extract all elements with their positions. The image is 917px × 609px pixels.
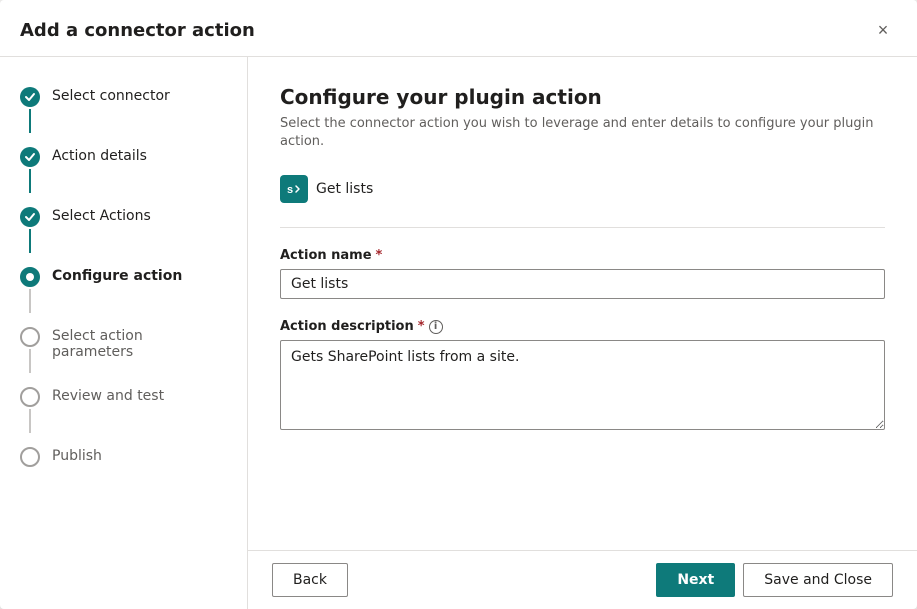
close-button[interactable]: ×: [869, 16, 897, 44]
step-line-5: [29, 349, 31, 373]
step-line-6: [29, 409, 31, 433]
dialog-body: Select connector Action details: [0, 57, 917, 609]
dialog-header: Add a connector action ×: [0, 0, 917, 57]
action-description-required: *: [418, 319, 425, 334]
sidebar-item-select-connector[interactable]: Select connector: [0, 81, 247, 141]
checkmark-icon-3: [24, 211, 36, 223]
step-line-1: [29, 109, 31, 133]
footer-right-buttons: Next Save and Close: [656, 563, 893, 597]
add-connector-action-dialog: Add a connector action × Select connecto…: [0, 0, 917, 609]
step-circle-select-actions: [20, 207, 40, 227]
sidebar-item-label-publish: Publish: [52, 447, 102, 464]
action-name-form-group: Action name *: [280, 248, 885, 299]
next-button[interactable]: Next: [656, 563, 735, 597]
action-icon: s: [280, 175, 308, 203]
content-title: Configure your plugin action: [280, 85, 885, 109]
info-icon[interactable]: i: [429, 320, 443, 334]
step-circle-select-action-parameters: [20, 327, 40, 347]
back-button[interactable]: Back: [272, 563, 348, 597]
step-circle-action-details: [20, 147, 40, 167]
action-badge-label: Get lists: [316, 181, 373, 197]
sidebar-item-publish: Publish: [0, 441, 247, 473]
step-circle-review-and-test: [20, 387, 40, 407]
sidebar-item-label-select-connector: Select connector: [52, 87, 170, 104]
sidebar-item-label-action-details: Action details: [52, 147, 147, 164]
action-description-textarea[interactable]: [280, 340, 885, 430]
step-circle-configure-action: [20, 267, 40, 287]
step-circle-publish: [20, 447, 40, 467]
content-area: Configure your plugin action Select the …: [248, 57, 917, 550]
step-indicator-review-and-test: [20, 387, 40, 435]
step-indicator-select-actions: [20, 207, 40, 255]
step-indicator-select-action-parameters: [20, 327, 40, 375]
dialog-footer: Back Next Save and Close: [248, 550, 917, 609]
sidebar-item-select-actions[interactable]: Select Actions: [0, 201, 247, 261]
active-dot: [26, 273, 34, 281]
step-indicator-select-connector: [20, 87, 40, 135]
checkmark-icon: [24, 91, 36, 103]
step-line-2: [29, 169, 31, 193]
sharepoint-icon: s: [286, 181, 302, 197]
sidebar-item-label-select-action-parameters: Select action parameters: [52, 327, 227, 360]
step-circle-select-connector: [20, 87, 40, 107]
sidebar-item-label-review-and-test: Review and test: [52, 387, 164, 404]
sidebar-item-label-configure-action: Configure action: [52, 267, 182, 284]
checkmark-icon-2: [24, 151, 36, 163]
divider: [280, 227, 885, 228]
dialog-title: Add a connector action: [20, 20, 255, 41]
step-indicator-publish: [20, 447, 40, 467]
content-subtitle: Select the connector action you wish to …: [280, 115, 885, 151]
sidebar-item-label-select-actions: Select Actions: [52, 207, 151, 224]
save-close-button[interactable]: Save and Close: [743, 563, 893, 597]
action-name-required: *: [376, 248, 383, 263]
action-description-label: Action description * i: [280, 319, 885, 334]
action-name-input[interactable]: [280, 269, 885, 299]
sidebar-item-review-and-test: Review and test: [0, 381, 247, 441]
step-indicator-configure-action: [20, 267, 40, 315]
sidebar-item-action-details[interactable]: Action details: [0, 141, 247, 201]
step-line-4: [29, 289, 31, 313]
svg-text:s: s: [287, 184, 293, 196]
main-content: Configure your plugin action Select the …: [248, 57, 917, 609]
sidebar-item-configure-action[interactable]: Configure action: [0, 261, 247, 321]
action-badge: s Get lists: [280, 175, 373, 203]
sidebar: Select connector Action details: [0, 57, 248, 609]
step-indicator-action-details: [20, 147, 40, 195]
action-name-label: Action name *: [280, 248, 885, 263]
step-line-3: [29, 229, 31, 253]
action-description-form-group: Action description * i: [280, 319, 885, 434]
sidebar-item-select-action-parameters: Select action parameters: [0, 321, 247, 381]
